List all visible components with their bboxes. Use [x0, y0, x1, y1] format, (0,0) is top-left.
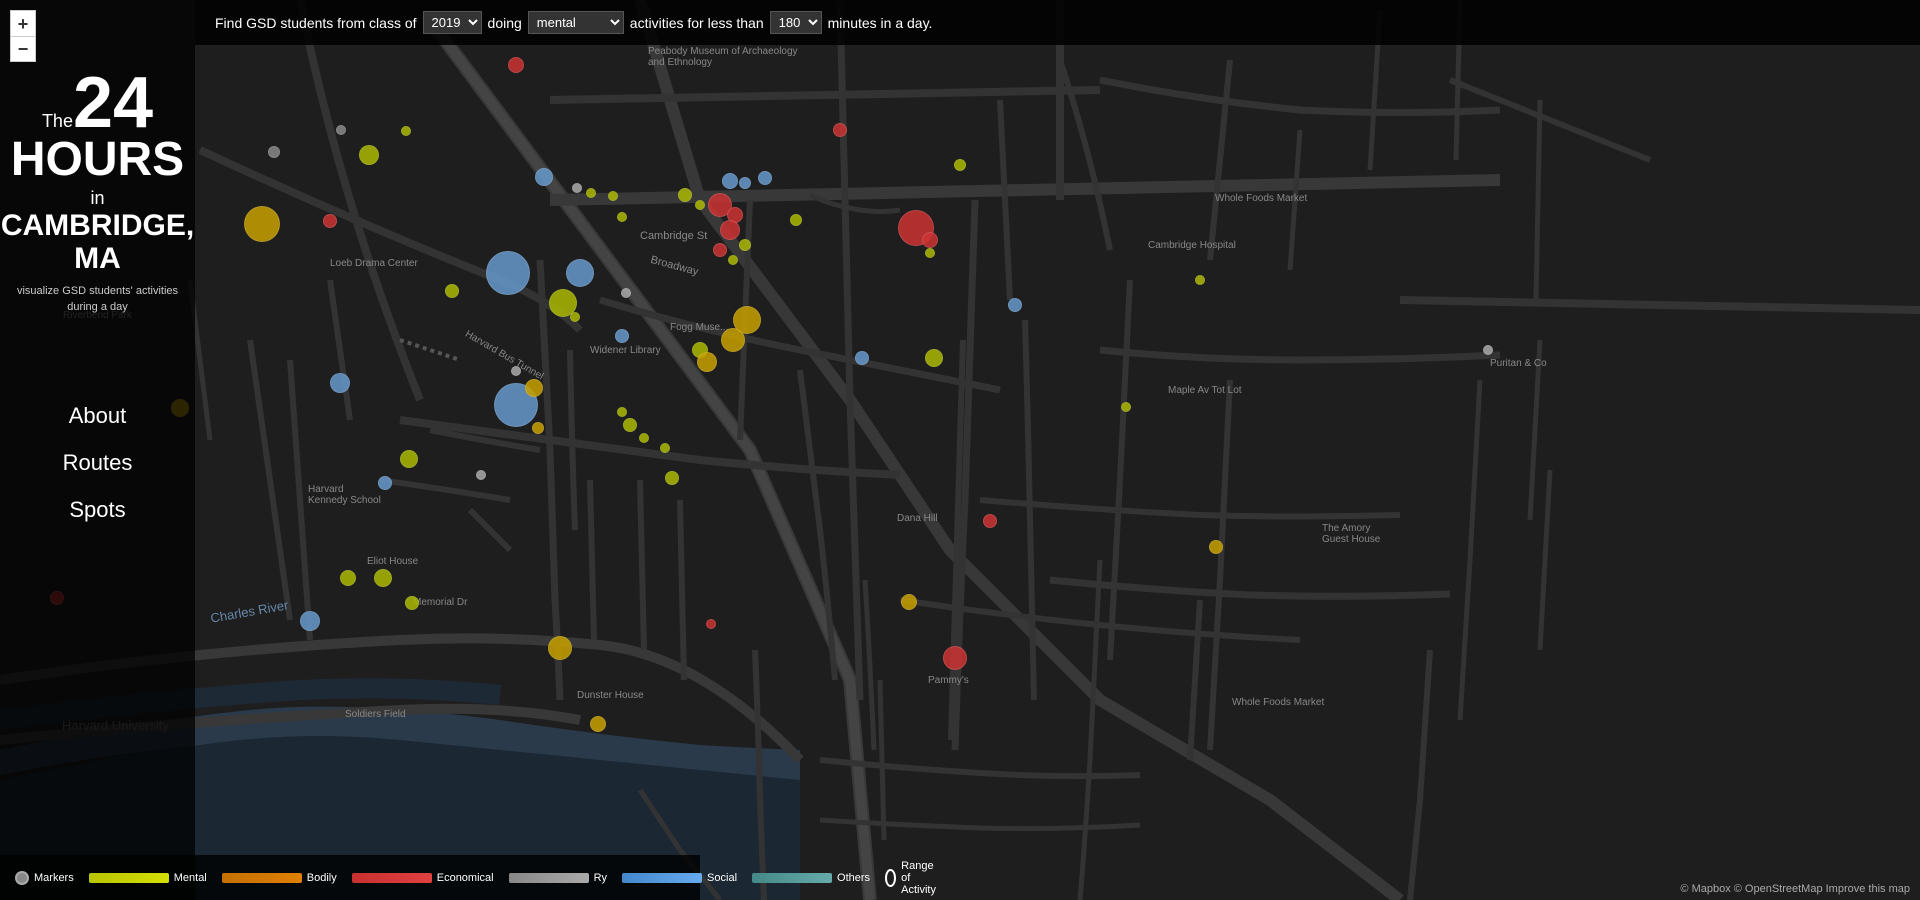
title-block: The24 HOURS in CAMBRIDGE, MA visualize G… — [0, 60, 195, 315]
map-container[interactable]: Broadway Cambridge St Loeb Drama Center … — [0, 0, 1920, 900]
filter-minutes-select[interactable]: 180 120 60 240 — [770, 11, 822, 34]
map-background — [0, 0, 1920, 900]
legend-economical-label: Economical — [437, 872, 494, 884]
legend-bodily: Bodily — [222, 872, 337, 884]
legend-mental-bar — [89, 873, 169, 883]
legend: Markers Mental Bodily Economical Ry Soci… — [0, 855, 700, 900]
legend-others-label: Others — [837, 872, 870, 884]
legend-ry-label: Ry — [594, 872, 607, 884]
filter-year-select[interactable]: 2019 2018 2017 — [423, 11, 482, 34]
attribution: © Mapbox © OpenStreetMap Improve this ma… — [1680, 883, 1910, 895]
legend-economical-bar — [352, 873, 432, 883]
legend-ry-bar — [509, 873, 589, 883]
legend-range-circle — [885, 869, 896, 887]
legend-others-bar — [752, 873, 832, 883]
subtitle-text: visualize GSD students' activities durin… — [0, 284, 195, 315]
legend-marker-circle — [15, 871, 29, 885]
legend-ry: Ry — [509, 872, 607, 884]
legend-range-label: Range of Activity — [901, 860, 943, 896]
attribution-text: © Mapbox © OpenStreetMap Improve this ma… — [1680, 883, 1910, 895]
legend-social: Social — [622, 872, 737, 884]
legend-others: Others — [752, 872, 870, 884]
zoom-controls: + − — [10, 10, 36, 62]
nav-routes[interactable]: Routes — [0, 442, 195, 484]
legend-bodily-bar — [222, 873, 302, 883]
legend-markers: Markers — [15, 871, 74, 885]
nav-menu: About Routes Spots — [0, 395, 195, 531]
title-in-label: in — [0, 188, 195, 209]
filter-activity-select[interactable]: mental bodily economical social — [528, 11, 624, 34]
legend-markers-label: Markers — [34, 872, 74, 884]
zoom-in-button[interactable]: + — [10, 10, 36, 36]
legend-mental-label: Mental — [174, 872, 207, 884]
legend-economical: Economical — [352, 872, 494, 884]
nav-spots[interactable]: Spots — [0, 489, 195, 531]
title-city-label: CAMBRIDGE, — [0, 209, 195, 242]
filter-doing-label: doing — [488, 15, 522, 31]
legend-social-label: Social — [707, 872, 737, 884]
sidebar: The24 HOURS in CAMBRIDGE, MA visualize G… — [0, 0, 195, 900]
filter-activities-label: activities for less than — [630, 15, 764, 31]
legend-range: Range of Activity — [885, 860, 943, 896]
filter-bar: Find GSD students from class of 2019 201… — [195, 0, 1920, 45]
nav-about[interactable]: About — [0, 395, 195, 437]
zoom-out-button[interactable]: − — [10, 36, 36, 62]
title-hours-label: HOURS — [0, 136, 195, 184]
legend-social-bar — [622, 873, 702, 883]
filter-suffix: minutes in a day. — [828, 15, 933, 31]
filter-prefix: Find GSD students from class of — [215, 15, 417, 31]
legend-mental: Mental — [89, 872, 207, 884]
title-state-label: MA — [0, 242, 195, 276]
legend-bodily-label: Bodily — [307, 872, 337, 884]
